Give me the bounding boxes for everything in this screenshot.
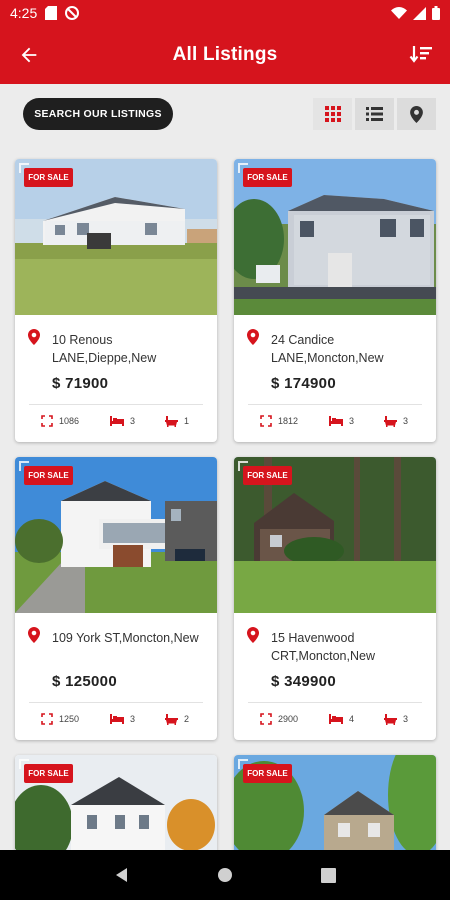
area-icon: [260, 415, 272, 427]
bed-icon: [329, 416, 343, 426]
view-toggle: [313, 98, 436, 130]
sort-icon: [409, 46, 432, 63]
listing-photo: FOR SALE: [15, 159, 217, 315]
divider: [29, 404, 203, 405]
for-sale-badge: FOR SALE: [243, 168, 292, 187]
page-title: All Listings: [172, 44, 278, 65]
sd-card-icon: [45, 6, 58, 20]
no-disturb-icon: [65, 6, 80, 20]
listing-photo: FOR SALE: [234, 159, 436, 315]
bed-icon: [110, 416, 124, 426]
for-sale-badge: FOR SALE: [24, 168, 73, 187]
listing-address: 24 Candice LANE,Moncton,New: [271, 333, 384, 365]
baths-value: 2: [184, 714, 190, 724]
for-sale-badge: FOR SALE: [24, 764, 73, 783]
area-value: 2900: [278, 714, 299, 724]
baths-value: 3: [403, 416, 409, 426]
divider: [248, 702, 422, 703]
baths-value: 1: [184, 416, 190, 426]
listing-photo: FOR SALE: [15, 755, 217, 850]
listing-photo: FOR SALE: [15, 457, 217, 613]
signal-icon: [413, 6, 426, 20]
sort-button[interactable]: [406, 40, 436, 70]
beds-value: 3: [349, 416, 355, 426]
beds-value: 3: [130, 714, 136, 724]
back-triangle-icon: [115, 868, 127, 882]
for-sale-badge: FOR SALE: [243, 764, 292, 783]
bath-icon: [384, 415, 397, 427]
area-icon: [41, 415, 53, 427]
grid-view-button[interactable]: [313, 98, 352, 130]
for-sale-badge: FOR SALE: [243, 466, 292, 485]
location-pin-icon: [28, 329, 40, 345]
listing-stats: 2900 4 3: [234, 709, 436, 729]
listing-photo: FOR SALE: [234, 755, 436, 850]
area-icon: [41, 713, 53, 725]
listings-grid: FOR SALE 10 Renous LANE,Dieppe,New $ 719…: [0, 144, 450, 850]
listing-photo: FOR SALE: [234, 457, 436, 613]
listing-card[interactable]: FOR SALE: [15, 755, 217, 850]
listing-card[interactable]: FOR SALE: [234, 755, 436, 850]
listing-price: $ 71900: [52, 375, 109, 392]
area-value: 1086: [59, 416, 80, 426]
area-icon: [260, 713, 272, 725]
map-pin-icon: [410, 105, 423, 123]
system-nav-bar: [0, 850, 450, 900]
recents-square-icon: [320, 867, 336, 883]
wifi-icon: [391, 7, 407, 19]
listing-card[interactable]: FOR SALE 15 Havenwood CRT,Moncton,New $ …: [234, 457, 436, 740]
app-bar: All Listings: [0, 26, 450, 84]
listing-price: $ 174900: [271, 375, 336, 392]
divider: [248, 404, 422, 405]
listing-stats: 1812 3 3: [234, 411, 436, 431]
status-bar: 4:25: [0, 0, 450, 26]
system-home-button[interactable]: [205, 855, 245, 895]
listing-card[interactable]: FOR SALE 10 Renous LANE,Dieppe,New $ 719…: [15, 159, 217, 442]
divider: [29, 702, 203, 703]
system-recents-button[interactable]: [308, 855, 348, 895]
baths-value: 3: [403, 714, 409, 724]
listing-address: 109 York ST,Moncton,New: [52, 631, 199, 645]
listing-price: $ 349900: [271, 673, 336, 690]
area-value: 1812: [278, 416, 299, 426]
system-back-button[interactable]: [102, 855, 142, 895]
listing-price: $ 125000: [52, 673, 117, 690]
beds-value: 4: [349, 714, 355, 724]
back-button[interactable]: [14, 40, 44, 70]
location-pin-icon: [247, 627, 259, 643]
bed-icon: [329, 714, 343, 724]
listing-toolbar: SEARCH OUR LISTINGS: [0, 84, 450, 144]
grid-icon: [324, 106, 341, 122]
bath-icon: [165, 415, 178, 427]
arrow-left-icon: [21, 47, 37, 63]
listing-address: 15 Havenwood CRT,Moncton,New: [271, 631, 375, 663]
location-pin-icon: [28, 627, 40, 643]
bed-icon: [110, 714, 124, 724]
list-icon: [366, 107, 383, 121]
listing-stats: 1250 3 2: [15, 709, 217, 729]
map-view-button[interactable]: [397, 98, 436, 130]
listing-card[interactable]: FOR SALE 24 Candice LANE,Moncton,New $ 1…: [234, 159, 436, 442]
listing-address: 10 Renous LANE,Dieppe,New: [52, 333, 157, 365]
for-sale-badge: FOR SALE: [24, 466, 73, 485]
location-pin-icon: [247, 329, 259, 345]
bath-icon: [165, 713, 178, 725]
area-value: 1250: [59, 714, 80, 724]
listing-stats: 1086 3 1: [15, 411, 217, 431]
home-circle-icon: [217, 868, 232, 882]
battery-icon: [432, 6, 440, 20]
list-view-button[interactable]: [355, 98, 394, 130]
beds-value: 3: [130, 416, 136, 426]
search-listings-button[interactable]: SEARCH OUR LISTINGS: [23, 98, 173, 130]
listing-card[interactable]: FOR SALE 109 York ST,Moncton,New $ 12500…: [15, 457, 217, 740]
status-time: 4:25: [10, 5, 38, 21]
bath-icon: [384, 713, 397, 725]
